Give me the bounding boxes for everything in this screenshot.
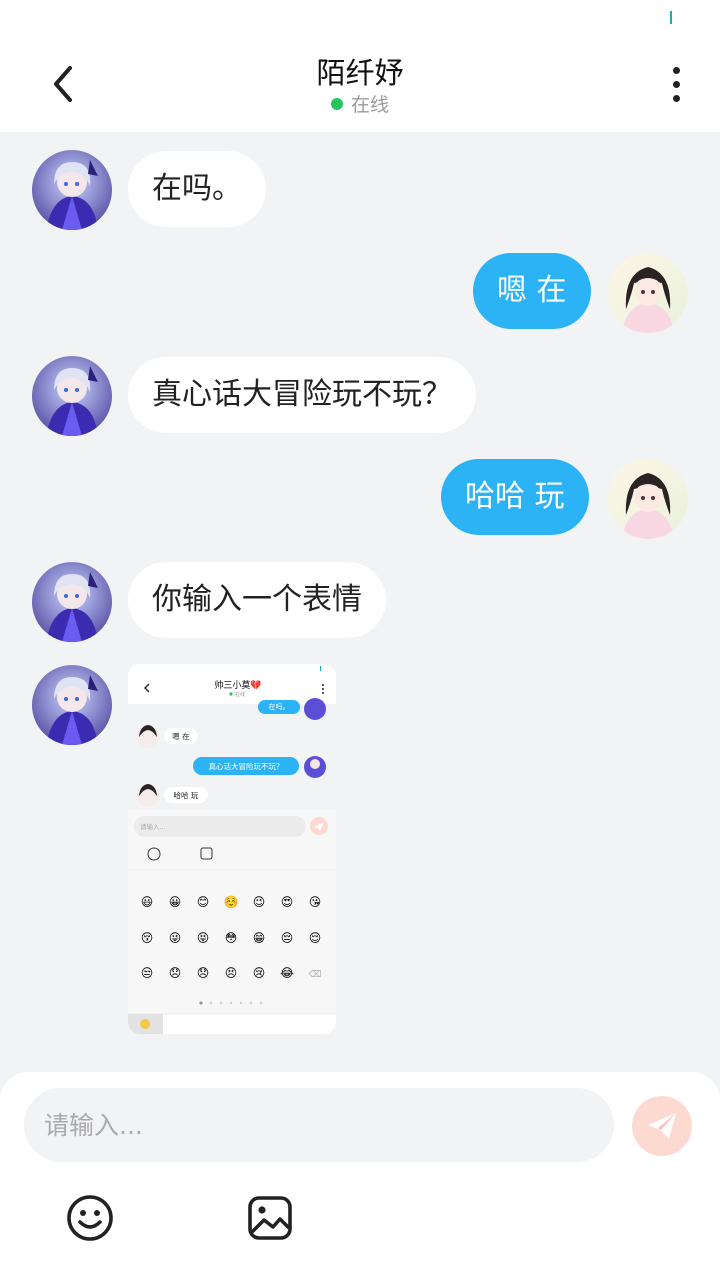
message-bubble-received[interactable]: 真心话大冒险玩不玩？: [128, 357, 476, 433]
shot-title: 帅三小莫💔: [214, 679, 262, 691]
image-icon: [248, 1196, 292, 1240]
message-bubble-received[interactable]: 在吗。: [128, 151, 266, 227]
contact-avatar[interactable]: [32, 150, 112, 230]
emoji-button[interactable]: [64, 1192, 116, 1244]
send-button[interactable]: [632, 1096, 692, 1156]
shot-emoji: 😊: [197, 895, 210, 909]
my-avatar[interactable]: [608, 253, 688, 333]
message-bubble-sent[interactable]: 哈哈 玩: [441, 459, 589, 535]
image-message[interactable]: 帅三小莫💔 在线 在吗。 嗯 在 真心话大冒险玩不玩？ 哈哈 玩 请输入... …: [128, 664, 336, 1034]
image-button[interactable]: [244, 1192, 296, 1244]
shot-emoji: 😔: [281, 931, 294, 945]
shot-emoji: 😌: [309, 931, 322, 945]
shot-emoji: 😍: [281, 895, 294, 909]
shot-bubble: 嗯 在: [172, 731, 190, 741]
online-dot: [330, 98, 343, 110]
my-avatar[interactable]: [608, 459, 688, 539]
signal-indicator: [670, 11, 672, 24]
shot-emoji: 😜: [169, 931, 182, 945]
online-status: 在线: [0, 90, 720, 117]
shot-emoji: 😃: [141, 895, 154, 909]
paper-plane-icon: [648, 1113, 676, 1139]
shot-emoji: 😞: [197, 966, 210, 980]
shot-emoji: 😒: [141, 966, 154, 980]
shot-status: 在线: [235, 691, 245, 698]
shot-emoji: 😢: [253, 966, 266, 980]
shot-bubble: 哈哈 玩: [174, 790, 199, 800]
message-composer: [0, 1072, 720, 1280]
shot-emoji: 😀: [169, 895, 182, 909]
online-status-text: 在线: [350, 94, 389, 116]
more-dot-icon: [672, 94, 680, 102]
shot-bubble: 在吗。: [269, 702, 290, 711]
shot-emoji: 😚: [141, 931, 154, 945]
shot-emoji: 😘: [309, 895, 322, 909]
more-dot-icon: [672, 66, 680, 74]
shot-emoji: 😣: [225, 966, 238, 980]
status-bar: [0, 0, 720, 36]
shot-emoji: 😁: [253, 931, 266, 945]
shot-emoji: ☺️: [224, 895, 239, 909]
chat-header: 陌纤妤 在线: [0, 36, 720, 132]
more-options-button[interactable]: [656, 60, 696, 108]
contact-avatar[interactable]: [32, 562, 112, 642]
contact-avatar[interactable]: [32, 665, 112, 745]
shot-backspace-icon: ⌫: [308, 970, 322, 980]
message-input[interactable]: [24, 1088, 614, 1162]
more-dot-icon: [672, 80, 680, 88]
shot-bubble: 真心话大冒险玩不玩？: [209, 761, 284, 771]
contact-avatar[interactable]: [32, 356, 112, 436]
message-bubble-received[interactable]: 你输入一个表情: [128, 562, 386, 638]
shot-emoji: 😞: [169, 966, 182, 980]
shot-input: 请输入...: [140, 822, 166, 831]
message-bubble-sent[interactable]: 嗯 在: [473, 253, 591, 329]
shot-emoji: 😉: [253, 895, 266, 909]
shot-emoji: 😝: [197, 931, 210, 945]
shot-emoji: 😳: [225, 931, 238, 945]
shot-emoji: 😂: [280, 966, 294, 980]
smiley-icon: [67, 1195, 113, 1241]
contact-name: 陌纤妤: [316, 56, 404, 90]
